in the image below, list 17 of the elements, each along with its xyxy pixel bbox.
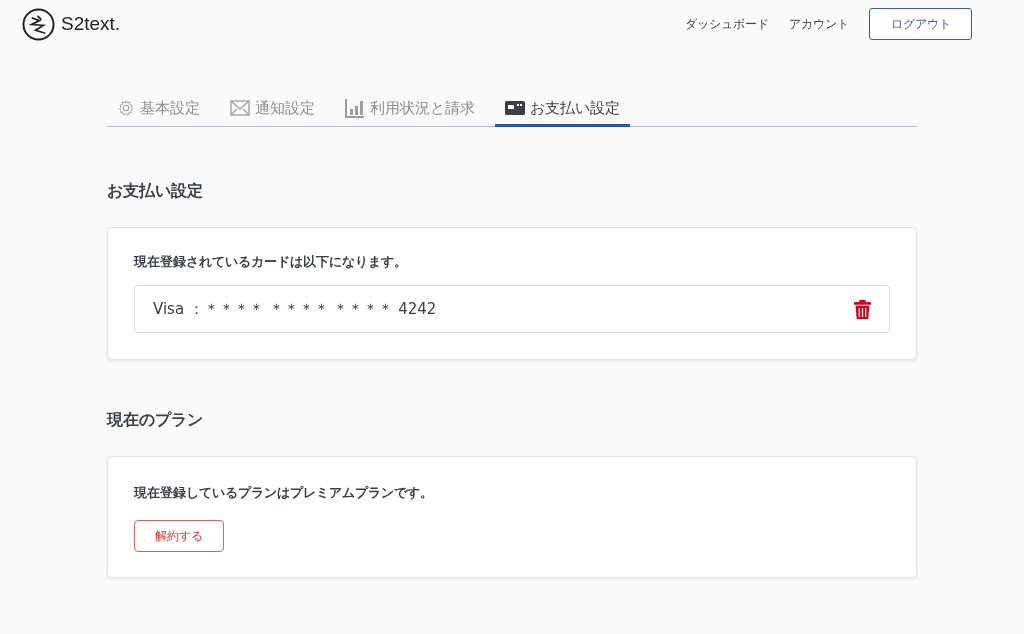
nav-link[interactable]: アカウント [789,15,849,33]
envelope-icon [230,100,250,116]
section-heading: お支払い設定 [107,181,204,202]
logo-text: S2text. [61,13,121,35]
logout-button[interactable]: ログアウト [869,8,972,40]
gear-icon [117,99,135,117]
cancel-button[interactable]: 解約する [134,520,224,552]
card-message: 現在登録されているカードは以下になります。 [134,254,408,271]
credit-card-icon [505,101,525,115]
settings-tab[interactable]: お支払い設定 [495,94,630,127]
plan-message: 現在登録しているプランはプレミアムプランです。 [134,485,434,502]
bar-chart-icon [345,98,365,118]
logo-icon [22,7,55,41]
card-number: Visa ：＊＊＊＊ ＊＊＊＊ ＊＊＊＊ 4242 [153,299,437,319]
section-heading: 現在のプラン [107,410,204,431]
nav-link[interactable]: ダッシュボード [685,15,769,33]
trash-icon[interactable] [854,299,871,319]
